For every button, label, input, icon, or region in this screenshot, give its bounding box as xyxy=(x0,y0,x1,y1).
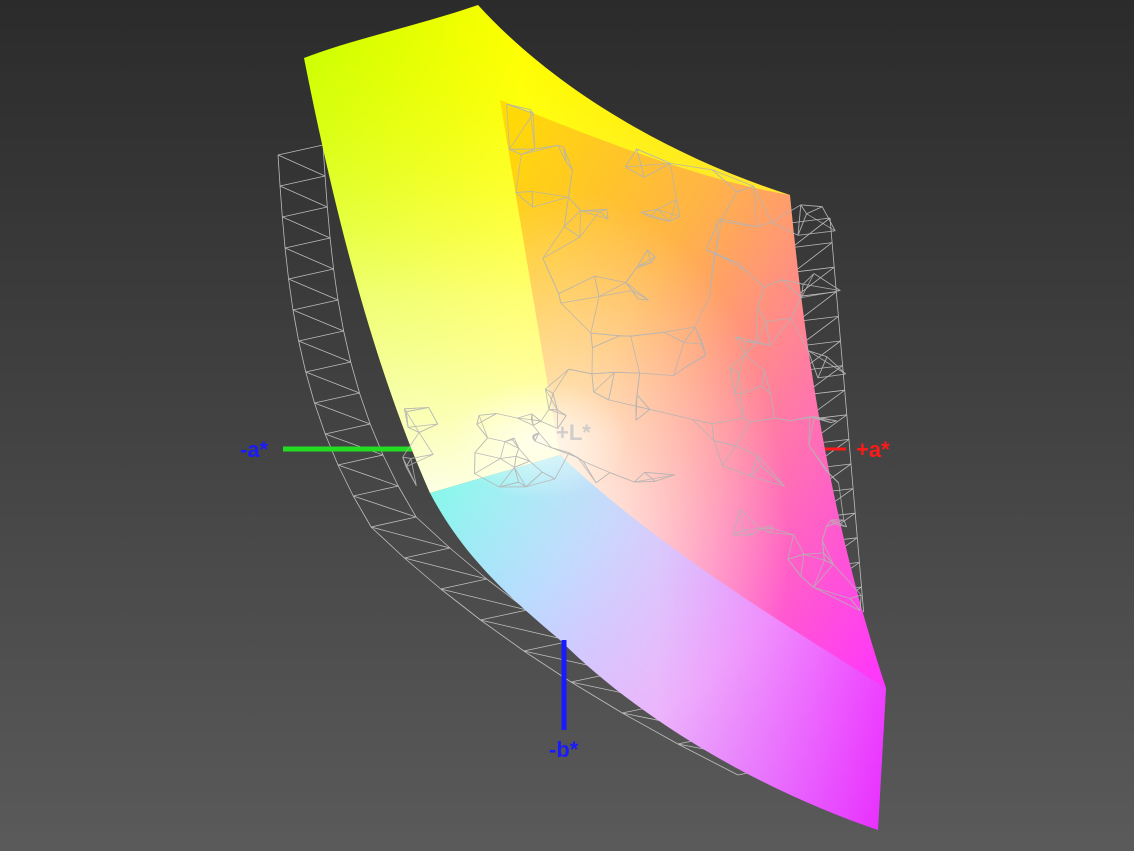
wireframe-edge xyxy=(831,242,835,268)
wireframe-edge xyxy=(288,278,339,301)
wireframe-edge xyxy=(292,299,339,311)
wireframe-edge xyxy=(314,392,360,404)
wireframe-edge xyxy=(848,439,852,465)
gamut-3d-view: -a* +a* -b* +L* xyxy=(240,5,890,830)
wireframe-edge xyxy=(305,371,315,404)
wireframe-edge xyxy=(314,402,371,425)
wireframe-edge xyxy=(325,433,384,456)
wireframe-edge xyxy=(326,206,331,239)
wireframe-edge xyxy=(284,237,331,249)
wireframe-edge xyxy=(277,154,281,187)
axis-label-plus-a: +a* xyxy=(856,437,890,462)
wireframe-edge xyxy=(279,185,328,208)
wireframe-edge xyxy=(279,175,326,187)
wireframe-edge xyxy=(352,495,372,528)
wireframe-edge xyxy=(279,185,283,218)
wireframe-edge xyxy=(531,191,533,208)
wireframe-edge xyxy=(480,609,528,621)
wireframe-edge xyxy=(402,456,407,467)
wireframe-edge xyxy=(856,537,860,563)
wireframe-edge xyxy=(807,350,828,358)
wireframe-edge xyxy=(817,373,846,379)
wireframe-edge xyxy=(800,204,807,215)
wireframe-edge xyxy=(854,513,858,538)
wireframe-edge xyxy=(305,361,351,373)
wireframe-edge xyxy=(350,361,360,394)
wireframe-edge xyxy=(359,392,371,425)
wireframe-edge xyxy=(850,463,854,489)
wireframe-edge xyxy=(284,247,334,270)
wireframe-edge xyxy=(277,144,324,156)
wireframe-edge xyxy=(838,316,841,342)
wireframe-edge xyxy=(282,206,328,218)
wireframe-edge xyxy=(298,330,344,342)
wireframe-edge xyxy=(861,586,864,612)
wireframe-edge xyxy=(298,340,307,373)
wireframe-edge xyxy=(284,247,289,280)
wireframe-edge xyxy=(371,516,417,528)
wireframe-edge xyxy=(800,204,823,208)
wireframe-edge xyxy=(835,291,839,317)
wireframe-edge xyxy=(281,216,286,249)
wireframe-edge xyxy=(353,485,399,497)
wireframe-edge xyxy=(292,309,344,332)
wireframe-edge xyxy=(277,154,326,177)
wireframe-edge xyxy=(802,273,815,285)
wireframe-edge xyxy=(333,268,339,301)
wireframe-edge xyxy=(840,340,843,366)
wireframe-edge xyxy=(337,454,384,466)
wireframe-edge xyxy=(852,488,856,514)
wireframe-edge xyxy=(282,216,331,239)
axis-label-plus-l: +L* xyxy=(556,420,591,445)
wireframe-edge xyxy=(337,299,345,332)
wireframe-edge xyxy=(329,237,334,270)
wireframe-edge xyxy=(288,278,294,311)
wireframe-edge xyxy=(801,290,841,298)
wireframe-edge xyxy=(842,365,846,391)
wireframe-edge xyxy=(402,456,411,459)
wireframe-edge xyxy=(440,578,487,590)
axis-label-minus-a: -a* xyxy=(240,437,269,462)
axis-label-minus-b: -b* xyxy=(549,737,579,762)
wireframe-edge xyxy=(404,547,450,559)
wireframe-edge xyxy=(288,268,334,280)
wireframe-edge xyxy=(343,330,352,363)
wireframe-edge xyxy=(305,371,360,394)
wireframe-edge xyxy=(797,230,836,236)
wireframe-edge xyxy=(397,485,417,518)
wireframe-edge xyxy=(859,562,862,588)
wireframe-edge xyxy=(298,340,351,363)
gamut-white-point-glow xyxy=(450,380,630,500)
wireframe-edge xyxy=(314,402,326,435)
wireframe-edge xyxy=(324,175,328,208)
wireframe-edge xyxy=(353,495,417,518)
wireframe-edge xyxy=(325,423,371,435)
wireframe-edge xyxy=(292,309,300,342)
wireframe-edge xyxy=(844,390,848,415)
wireframe-edge xyxy=(807,350,846,375)
wireframe-edge xyxy=(806,206,823,215)
wireframe-edge xyxy=(846,414,850,440)
